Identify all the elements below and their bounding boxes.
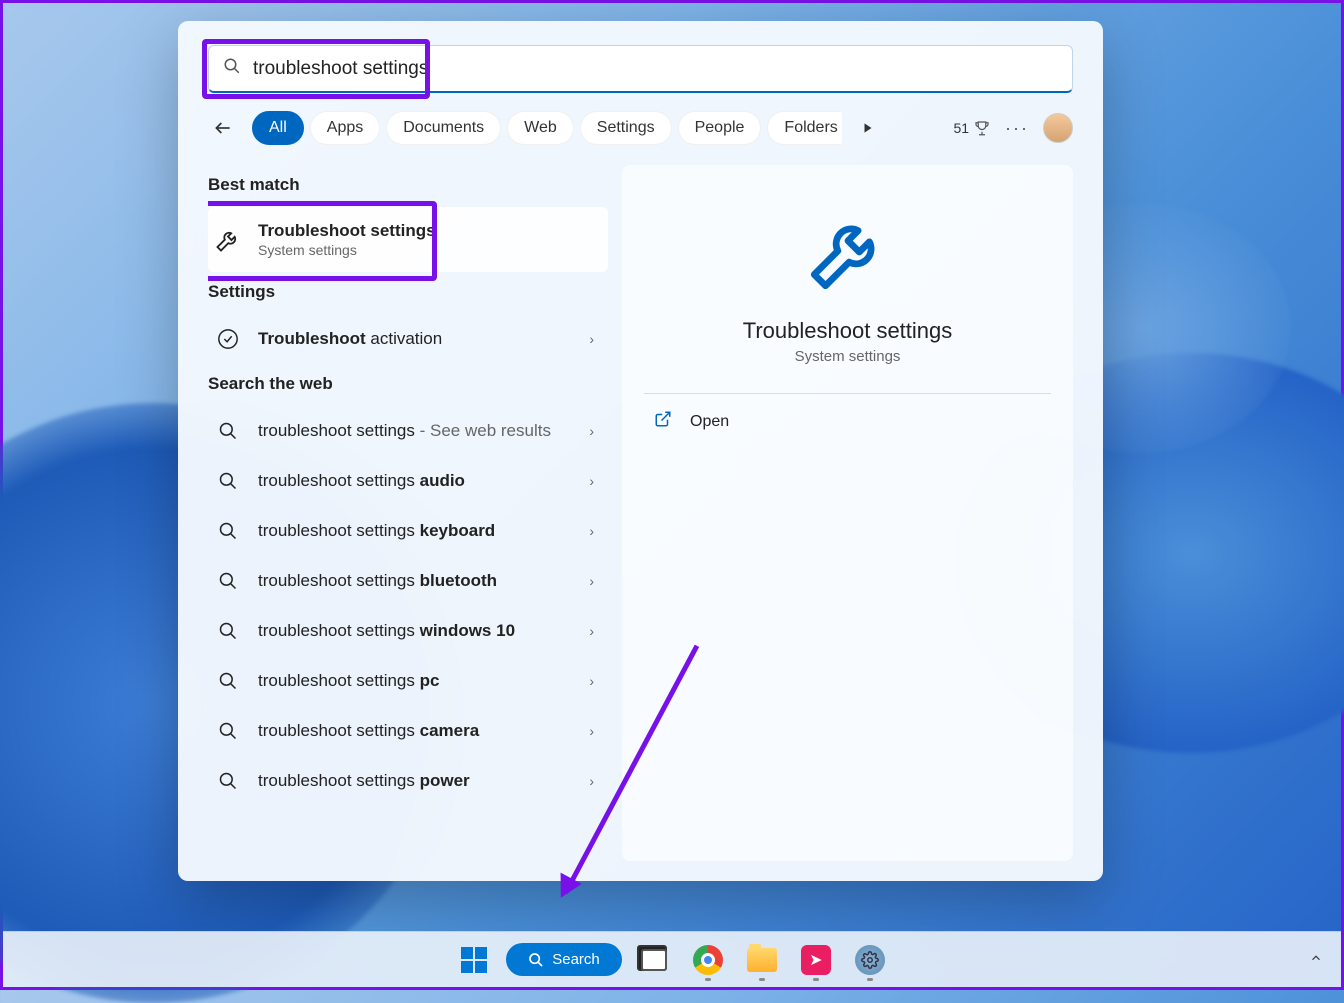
user-avatar[interactable] [1043,113,1073,143]
web-result[interactable]: troubleshoot settings power › [208,756,608,806]
tab-documents[interactable]: Documents [386,111,501,145]
search-icon [214,667,242,695]
gear-icon [855,945,885,975]
trophy-icon [973,119,991,137]
result-title: troubleshoot settings pc [258,671,573,691]
web-result[interactable]: troubleshoot settings windows 10 › [208,606,608,656]
result-title: Troubleshoot activation [258,329,573,349]
tab-people[interactable]: People [678,111,762,145]
filter-tabs: All Apps Documents Web Settings People F… [252,111,842,145]
search-icon [214,567,242,595]
start-search-panel: All Apps Documents Web Settings People F… [178,21,1103,881]
tab-all[interactable]: All [252,111,304,145]
tray-chevron-up[interactable] [1309,951,1323,968]
tab-folders[interactable]: Folders [767,111,842,145]
web-result[interactable]: troubleshoot settings keyboard › [208,506,608,556]
result-title: troubleshoot settings bluetooth [258,571,573,591]
result-title: Troubleshoot settings [258,221,594,241]
taskbar-search[interactable]: Search [506,943,622,976]
web-result[interactable]: troubleshoot settings camera › [208,706,608,756]
chevron-right-icon: › [589,723,594,739]
open-icon [654,410,672,433]
file-explorer-button[interactable] [740,938,784,982]
task-view-button[interactable] [632,938,676,982]
taskview-icon [641,949,667,971]
web-result[interactable]: troubleshoot settings audio › [208,456,608,506]
tabs-scroll-right[interactable] [854,114,882,142]
search-input[interactable] [253,58,1058,80]
taskbar: Search ➤ [3,931,1341,987]
search-icon [214,717,242,745]
search-box[interactable] [208,45,1073,93]
result-subtitle: System settings [258,242,594,258]
folder-icon [747,948,777,972]
section-web: Search the web [208,364,608,406]
windows-icon [461,947,487,973]
result-title: troubleshoot settings audio [258,471,573,491]
search-label: Search [552,951,600,968]
search-icon [528,952,544,968]
search-icon [214,617,242,645]
wrench-icon [214,226,242,254]
web-result[interactable]: troubleshoot settings - See web results … [208,406,608,456]
rewards-points[interactable]: 51 [953,119,991,137]
chevron-right-icon: › [589,423,594,439]
chevron-right-icon: › [589,673,594,689]
settings-button[interactable] [848,938,892,982]
chevron-right-icon: › [589,623,594,639]
section-best-match: Best match [208,165,608,207]
preview-panel: Troubleshoot settings System settings Op… [622,165,1073,861]
wrench-icon [803,207,893,302]
chevron-right-icon: › [589,573,594,589]
preview-subtitle: System settings [795,348,901,365]
open-action[interactable]: Open [644,394,1051,449]
web-result[interactable]: troubleshoot settings bluetooth › [208,556,608,606]
chrome-button[interactable] [686,938,730,982]
rewards-count: 51 [953,120,969,136]
more-options[interactable]: ··· [1005,118,1029,139]
section-settings: Settings [208,272,608,314]
app-icon: ➤ [801,945,831,975]
start-button[interactable] [452,938,496,982]
system-tray [1309,951,1323,968]
search-icon [214,767,242,795]
results-list: Best match Troubleshoot settings System … [208,165,608,861]
chevron-right-icon: › [589,773,594,789]
back-button[interactable] [208,113,238,143]
open-label: Open [690,413,729,431]
web-result[interactable]: troubleshoot settings pc › [208,656,608,706]
result-title: troubleshoot settings keyboard [258,521,573,541]
chrome-icon [693,945,723,975]
chevron-right-icon: › [589,523,594,539]
tab-apps[interactable]: Apps [310,111,380,145]
app-button[interactable]: ➤ [794,938,838,982]
preview-title: Troubleshoot settings [743,318,953,344]
chevron-right-icon: › [589,473,594,489]
result-title: troubleshoot settings power [258,771,573,791]
best-match-result[interactable]: Troubleshoot settings System settings [208,207,608,272]
chevron-right-icon: › [589,331,594,347]
search-icon [214,517,242,545]
search-icon [223,57,241,80]
search-icon [214,467,242,495]
result-title: troubleshoot settings - See web results [258,421,573,441]
settings-result[interactable]: Troubleshoot activation › [208,314,608,364]
result-title: troubleshoot settings windows 10 [258,621,573,641]
tab-settings[interactable]: Settings [580,111,672,145]
search-icon [214,417,242,445]
result-title: troubleshoot settings camera [258,721,573,741]
tab-web[interactable]: Web [507,111,574,145]
check-circle-icon [214,325,242,353]
filter-row: All Apps Documents Web Settings People F… [208,111,1073,145]
